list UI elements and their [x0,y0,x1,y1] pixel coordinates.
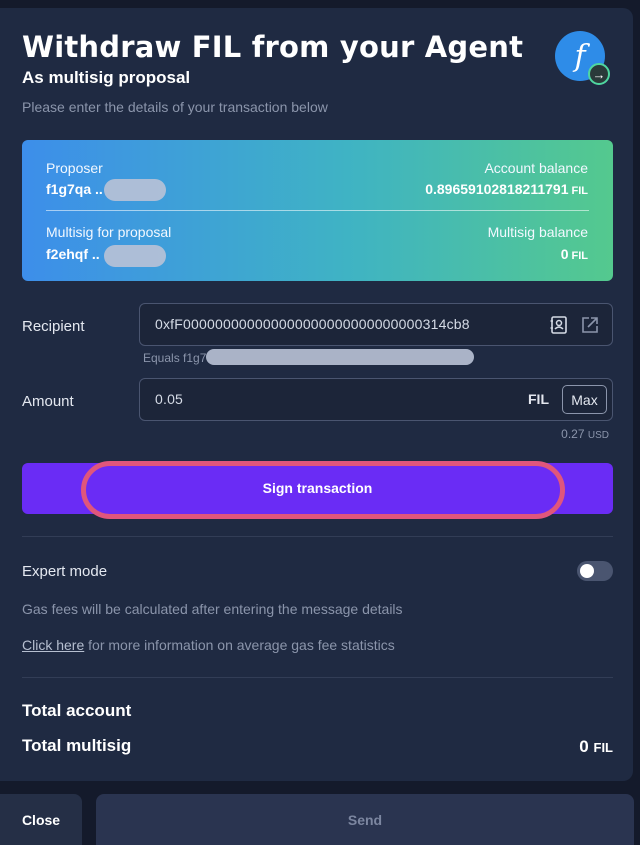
amount-unit: FIL [528,391,549,407]
total-multisig-unit: FIL [593,740,614,755]
total-multisig-amount: 0 [579,737,589,756]
total-multisig-value: 0 FIL [579,737,613,757]
multisig-balance-label: Multisig balance [487,224,588,240]
amount-label: Amount [22,393,74,410]
toggle-knob [580,564,594,578]
gas-info-rest: for more information on average gas fee … [84,637,395,653]
amount-input[interactable]: 0.05 FIL Max [139,378,613,421]
multisig-value: f2ehqf .. [46,246,100,262]
section-divider [22,536,613,537]
multisig-balance-unit: FIL [571,250,589,262]
proposer-value: f1g7qa .. [46,181,103,197]
arrow-glyph: → [592,66,606,82]
redacted-address [206,349,474,365]
gas-fee-note: Gas fees will be calculated after enteri… [22,601,403,617]
address-book-icon[interactable] [549,315,569,335]
total-account-label: Total account [22,701,132,720]
redacted-address [104,179,166,201]
recipient-value: 0xfF000000000000000000000000000000314cb8 [155,316,470,332]
card-divider [46,210,589,211]
send-button[interactable]: Send [96,794,634,845]
max-button[interactable]: Max [562,385,607,414]
sign-transaction-label: Sign transaction [262,480,373,496]
redacted-address [104,245,166,267]
usd-value: 0.27 [561,427,585,441]
dialog-subtitle: As multisig proposal [22,68,191,87]
usd-unit: USD [587,430,609,441]
expert-mode-label: Expert mode [22,563,108,580]
gas-info-link[interactable]: Click here [22,637,84,653]
account-balance-unit: FIL [571,185,589,197]
dialog-title: Withdraw FIL from your Agent [22,30,524,64]
account-balance-amount: 0.89659102818211791 [425,181,569,197]
balance-summary-card: Proposer f1g7qa .. Account balance 0.896… [22,140,613,281]
account-balance-value: 0.89659102818211791 FIL [425,181,588,197]
multisig-balance-value: 0 FIL [561,246,588,262]
external-link-icon[interactable] [580,315,600,335]
total-multisig-label: Total multisig [22,736,132,755]
amount-value: 0.05 [155,391,184,407]
proposer-label: Proposer [46,160,103,176]
arrow-right-icon: → [588,63,610,85]
recipient-label: Recipient [22,318,85,335]
close-button[interactable]: Close [0,794,82,845]
amount-usd: 0.27 USD [561,427,609,441]
expert-mode-toggle[interactable] [577,561,613,581]
recipient-input[interactable]: 0xfF000000000000000000000000000000314cb8 [139,303,613,346]
recipient-equals-text: Equals f1g7 [143,351,207,365]
section-divider [22,677,613,678]
gas-info-text: Click here for more information on avera… [22,637,395,653]
dialog-description: Please enter the details of your transac… [22,99,328,115]
multisig-balance-amount: 0 [560,246,569,262]
filecoin-glyph: f [574,38,586,74]
multisig-label: Multisig for proposal [46,224,172,240]
account-balance-label: Account balance [484,160,588,176]
